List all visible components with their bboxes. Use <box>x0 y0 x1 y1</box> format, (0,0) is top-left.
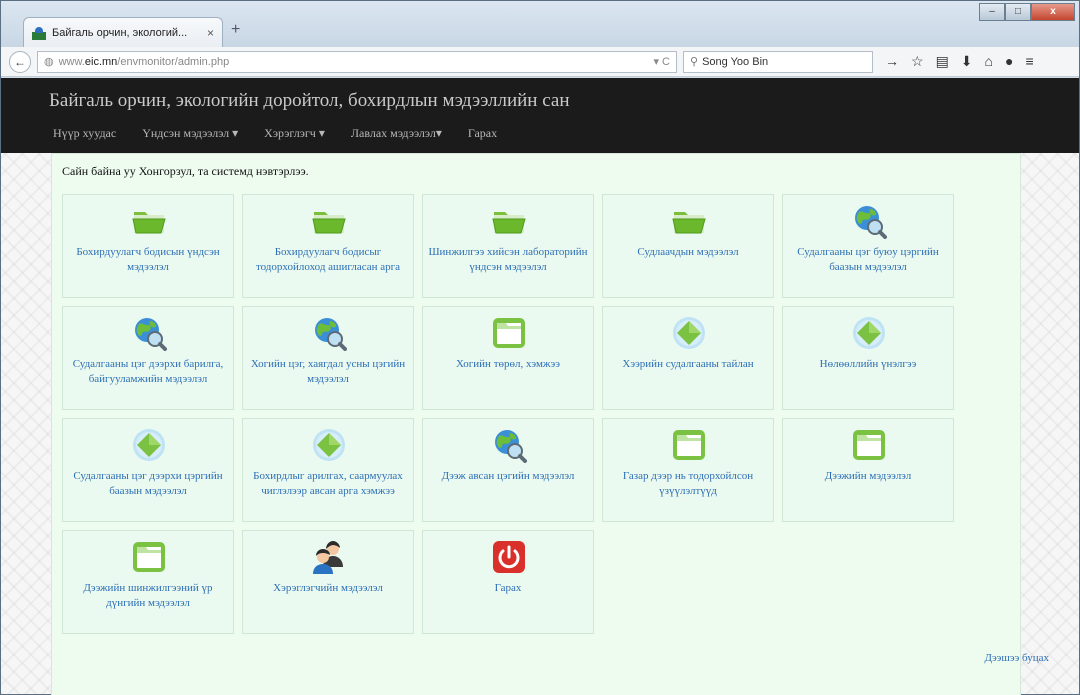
diamond-icon <box>131 427 167 463</box>
folder-icon <box>851 427 887 463</box>
back-to-top-link[interactable]: Дээшээ буцах <box>984 652 1049 664</box>
tile-label: Газар дээр нь тодорхойлсон үзүүлэлтүүд <box>622 470 754 497</box>
address-bar[interactable]: ◍ www. eic.mn/envmonitor/admin.php ▾ C <box>37 50 677 73</box>
tile-label: Хогийн төрөл, хэмжээ <box>456 358 560 370</box>
menu-icon[interactable]: ≡ <box>1025 53 1033 70</box>
tile-label: Хэрэглэгчийн мэдээлэл <box>273 582 383 594</box>
minimize-button[interactable]: – <box>979 3 1005 21</box>
nav-logout[interactable]: Гарах <box>468 126 497 141</box>
dashboard-tile[interactable]: Гарах <box>422 530 594 634</box>
open-folder-icon <box>671 203 707 239</box>
url-prefix: www. <box>58 55 85 68</box>
dashboard-tile[interactable]: Шинжилгээ хийсэн лабораторийн үндсэн мэд… <box>422 194 594 298</box>
reading-list-icon[interactable]: ▤ <box>936 53 949 70</box>
tab-close-icon[interactable]: × <box>207 26 214 40</box>
dashboard-tile[interactable]: Судлаачдын мэдээлэл <box>602 194 774 298</box>
site-favicon-icon <box>32 26 46 40</box>
globe-search-icon <box>311 315 347 351</box>
toolbar-icons: → ☆ ▤ ⬇ ⌂ ● ≡ <box>885 53 1034 70</box>
bookmark-star-icon[interactable]: ☆ <box>911 53 924 70</box>
back-arrow-icon[interactable]: ← <box>9 50 31 73</box>
page-viewport: Байгаль орчин, экологийн доройтол, бохир… <box>1 78 1079 695</box>
tile-label: Бохирдуулагч бодисын үндсэн мэдээлэл <box>76 246 220 273</box>
tab-title: Байгаль орчин, экологий... <box>52 26 188 39</box>
globe-icon: ◍ <box>44 56 54 68</box>
tile-label: Хээрийн судалгааны тайлан <box>622 358 754 370</box>
tile-label: Бохирдлыг арилгах, саармуулах чиглэлээр … <box>253 470 403 497</box>
folder-icon <box>491 315 527 351</box>
diamond-icon <box>311 427 347 463</box>
site-title: Байгаль орчин, экологийн доройтол, бохир… <box>49 90 570 111</box>
globe-search-icon <box>851 203 887 239</box>
tile-label: Хогийн цэг, хаягдал усны цэгийн мэдээлэл <box>250 358 406 385</box>
dashboard-tile[interactable]: Хээрийн судалгааны тайлан <box>602 306 774 410</box>
tile-label: Дээжийн шинжилгээний үр дүнгийн мэдээлэл <box>83 582 213 609</box>
admin-panel: Сайн байна уу Хонгорзул, та системд нэвт… <box>51 153 1021 695</box>
url-path: /envmonitor/admin.php <box>117 55 230 68</box>
dashboard-tile[interactable]: Дээжийн шинжилгээний үр дүнгийн мэдээлэл <box>62 530 234 634</box>
search-icon: ⚲ <box>690 56 699 68</box>
reload-icon[interactable]: ▾ C <box>653 55 670 68</box>
tile-label: Дээжийн мэдээлэл <box>824 470 912 482</box>
home-icon[interactable]: ⌂ <box>985 53 993 70</box>
tile-label: Судлаачдын мэдээлэл <box>637 246 739 258</box>
dashboard-tile[interactable]: Судалгааны цэг дээрхи барилга, байгуулам… <box>62 306 234 410</box>
tile-label: Судалгааны цэг дээрхи цэргийн баазын мэд… <box>73 470 223 497</box>
nav-reference-info[interactable]: Лавлах мэдээлэл▾ <box>351 126 442 141</box>
tile-label: Бохирдуулагч бодисыг тодорхойлоход ашигл… <box>255 246 401 273</box>
window-close-button[interactable]: x <box>1031 3 1075 21</box>
tile-label: Судалгааны цэг буюу цэргийн баазын мэдээ… <box>797 246 939 273</box>
search-input[interactable]: ⚲ Song Yoo Bin <box>683 50 873 73</box>
dashboard-tile[interactable]: Судалгааны цэг буюу цэргийн баазын мэдээ… <box>782 194 954 298</box>
go-arrow-icon[interactable]: → <box>885 53 899 70</box>
title-bar: Байгаль орчин, экологий... × + – □ x <box>1 1 1079 47</box>
tile-label: Нөлөөллийн үнэлгээ <box>819 358 917 370</box>
tile-label: Гарах <box>494 582 522 594</box>
browser-tab[interactable]: Байгаль орчин, экологий... × <box>23 17 223 47</box>
open-folder-icon <box>311 203 347 239</box>
chat-icon[interactable]: ● <box>1005 53 1013 70</box>
main-nav: Нүүр хуудас Үндсэн мэдээлэл ▾ Хэрэглэгч … <box>53 126 497 141</box>
globe-search-icon <box>131 315 167 351</box>
open-folder-icon <box>131 203 167 239</box>
diamond-icon <box>851 315 887 351</box>
users-icon <box>311 539 347 575</box>
download-icon[interactable]: ⬇ <box>961 53 973 70</box>
dashboard-tile[interactable]: Судалгааны цэг дээрхи цэргийн баазын мэд… <box>62 418 234 522</box>
nav-user[interactable]: Хэрэглэгч ▾ <box>264 126 325 141</box>
folder-icon <box>131 539 167 575</box>
folder-icon <box>671 427 707 463</box>
dashboard-tile[interactable]: Хогийн төрөл, хэмжээ <box>422 306 594 410</box>
browser-window: Байгаль орчин, экологий... × + – □ x ← ◍… <box>0 0 1080 695</box>
search-value: Song Yoo Bin <box>702 55 769 68</box>
new-tab-button[interactable]: + <box>231 21 240 39</box>
dashboard-tile[interactable]: Нөлөөллийн үнэлгээ <box>782 306 954 410</box>
tile-label: Дээж авсан цэгийн мэдээлэл <box>441 470 575 482</box>
open-folder-icon <box>491 203 527 239</box>
dashboard-tile[interactable]: Дээжийн мэдээлэл <box>782 418 954 522</box>
dashboard-tile[interactable]: Хэрэглэгчийн мэдээлэл <box>242 530 414 634</box>
window-controls: – □ x <box>979 3 1075 21</box>
url-domain: eic.mn <box>84 55 118 68</box>
nav-basic-info[interactable]: Үндсэн мэдээлэл ▾ <box>142 126 238 141</box>
welcome-message: Сайн байна уу Хонгорзул, та системд нэвт… <box>62 164 309 178</box>
maximize-button[interactable]: □ <box>1005 3 1031 21</box>
browser-toolbar: ← ◍ www. eic.mn/envmonitor/admin.php ▾ C … <box>1 47 1079 77</box>
dashboard-tile[interactable]: Хогийн цэг, хаягдал усны цэгийн мэдээлэл <box>242 306 414 410</box>
dashboard-tile[interactable]: Газар дээр нь тодорхойлсон үзүүлэлтүүд <box>602 418 774 522</box>
power-icon <box>491 539 527 575</box>
tile-label: Шинжилгээ хийсэн лабораторийн үндсэн мэд… <box>428 246 588 273</box>
dashboard-tile[interactable]: Бохирдуулагч бодисыг тодорхойлоход ашигл… <box>242 194 414 298</box>
dashboard-tile[interactable]: Бохирдуулагч бодисын үндсэн мэдээлэл <box>62 194 234 298</box>
site-header: Байгаль орчин, экологийн доройтол, бохир… <box>1 78 1079 153</box>
tile-label: Судалгааны цэг дээрхи барилга, байгуулам… <box>72 358 224 385</box>
diamond-icon <box>671 315 707 351</box>
dashboard-tile[interactable]: Дээж авсан цэгийн мэдээлэл <box>422 418 594 522</box>
nav-home[interactable]: Нүүр хуудас <box>53 126 116 141</box>
globe-search-icon <box>491 427 527 463</box>
dashboard-tile[interactable]: Бохирдлыг арилгах, саармуулах чиглэлээр … <box>242 418 414 522</box>
